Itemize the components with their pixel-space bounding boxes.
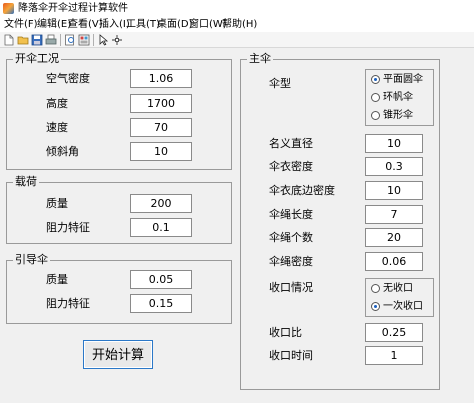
radio-icon[interactable] bbox=[371, 93, 380, 102]
data-cursor-icon[interactable] bbox=[111, 34, 123, 46]
canopy-density-label: 伞衣密度 bbox=[269, 160, 313, 173]
air-density-input[interactable]: 1.06 bbox=[130, 69, 192, 88]
speed-input[interactable]: 70 bbox=[130, 118, 192, 137]
group-title: 开伞工况 bbox=[13, 52, 61, 66]
pilot-mass-input[interactable]: 0.05 bbox=[130, 270, 192, 289]
group-title: 引导伞 bbox=[13, 253, 50, 267]
canopy-density-input[interactable]: 0.3 bbox=[365, 157, 423, 176]
pilot-drag-label: 阻力特征 bbox=[46, 297, 90, 310]
reefing-label: 收口情况 bbox=[269, 281, 313, 294]
new-file-icon[interactable] bbox=[3, 34, 15, 46]
chute-type-radio-group: 平面圆伞 环帆伞 锥形伞 bbox=[365, 69, 434, 126]
start-calculation-button[interactable]: 开始计算 bbox=[83, 340, 153, 369]
nominal-diameter-input[interactable]: 10 bbox=[365, 134, 423, 153]
line-density-label: 伞绳密度 bbox=[269, 255, 313, 268]
pointer-icon[interactable] bbox=[97, 34, 109, 46]
tilt-angle-input[interactable]: 10 bbox=[130, 142, 192, 161]
open-conditions-group: 开伞工况 空气密度 1.06 高度 1700 速度 70 倾斜角 10 bbox=[6, 52, 232, 170]
tilt-angle-label: 倾斜角 bbox=[46, 145, 79, 158]
group-title: 主伞 bbox=[247, 52, 273, 66]
load-drag-input[interactable]: 0.1 bbox=[130, 218, 192, 237]
window-title: 降落伞开伞过程计算软件 bbox=[18, 3, 128, 14]
toolbar bbox=[0, 32, 474, 48]
line-density-input[interactable]: 0.06 bbox=[365, 252, 423, 271]
figure-panel: 开伞工况 空气密度 1.06 高度 1700 速度 70 倾斜角 10 载荷 质… bbox=[0, 48, 474, 403]
line-length-input[interactable]: 7 bbox=[365, 205, 423, 224]
menu-file[interactable]: 文件(F) bbox=[4, 18, 38, 31]
canopy-hem-density-input[interactable]: 10 bbox=[365, 181, 423, 200]
reefing-ratio-label: 收口比 bbox=[269, 326, 302, 339]
toolbar-separator bbox=[93, 34, 94, 46]
radio-icon[interactable] bbox=[371, 111, 380, 120]
print-preview-icon[interactable] bbox=[64, 34, 76, 46]
open-folder-icon[interactable] bbox=[17, 34, 29, 46]
radio-selected-icon[interactable] bbox=[371, 302, 380, 311]
load-mass-label: 质量 bbox=[46, 197, 68, 210]
line-length-label: 伞绳长度 bbox=[269, 208, 313, 221]
menu-edit[interactable]: 编辑(E) bbox=[37, 18, 71, 31]
main-chute-group: 主伞 伞型 平面圆伞 环帆伞 锥形伞 名义直径 10 伞衣密度 0.3 伞衣底边… bbox=[240, 52, 440, 390]
pilot-chute-group: 引导伞 质量 0.05 阻力特征 0.15 bbox=[6, 253, 232, 324]
layout-icon[interactable] bbox=[78, 34, 90, 46]
nominal-diameter-label: 名义直径 bbox=[269, 137, 313, 150]
print-icon[interactable] bbox=[45, 34, 57, 46]
menu-tools[interactable]: 工具(T) bbox=[126, 18, 160, 31]
menu-view[interactable]: 查看(V) bbox=[68, 18, 103, 31]
reefing-ratio-input[interactable]: 0.25 bbox=[365, 323, 423, 342]
altitude-label: 高度 bbox=[46, 97, 68, 110]
menu-help[interactable]: 帮助(H) bbox=[222, 18, 257, 31]
pilot-drag-input[interactable]: 0.15 bbox=[130, 294, 192, 313]
line-count-input[interactable]: 20 bbox=[365, 228, 423, 247]
speed-label: 速度 bbox=[46, 121, 68, 134]
load-group: 载荷 质量 200 阻力特征 0.1 bbox=[6, 175, 232, 244]
canopy-hem-density-label: 伞衣底边密度 bbox=[269, 184, 335, 197]
title-bar: 降落伞开伞过程计算软件 bbox=[0, 0, 474, 17]
menu-bar: 文件(F) 编辑(E) 查看(V) 插入(I) 工具(T) 桌面(D) 窗口(W… bbox=[0, 17, 474, 32]
toolbar-separator bbox=[60, 34, 61, 46]
app-icon bbox=[3, 3, 14, 14]
reefing-time-input[interactable]: 1 bbox=[365, 346, 423, 365]
air-density-label: 空气密度 bbox=[46, 72, 90, 85]
reefing-time-label: 收口时间 bbox=[269, 349, 313, 362]
save-icon[interactable] bbox=[31, 34, 43, 46]
load-mass-input[interactable]: 200 bbox=[130, 194, 192, 213]
chute-type-label: 伞型 bbox=[269, 77, 291, 90]
radio-icon[interactable] bbox=[371, 284, 380, 293]
altitude-input[interactable]: 1700 bbox=[130, 94, 192, 113]
line-count-label: 伞绳个数 bbox=[269, 231, 313, 244]
pilot-mass-label: 质量 bbox=[46, 273, 68, 286]
menu-desktop[interactable]: 桌面(D) bbox=[157, 18, 193, 31]
group-title: 载荷 bbox=[13, 175, 39, 189]
load-drag-label: 阻力特征 bbox=[46, 221, 90, 234]
reefing-radio-group: 无收口 一次收口 bbox=[365, 278, 434, 317]
radio-selected-icon[interactable] bbox=[371, 75, 380, 84]
